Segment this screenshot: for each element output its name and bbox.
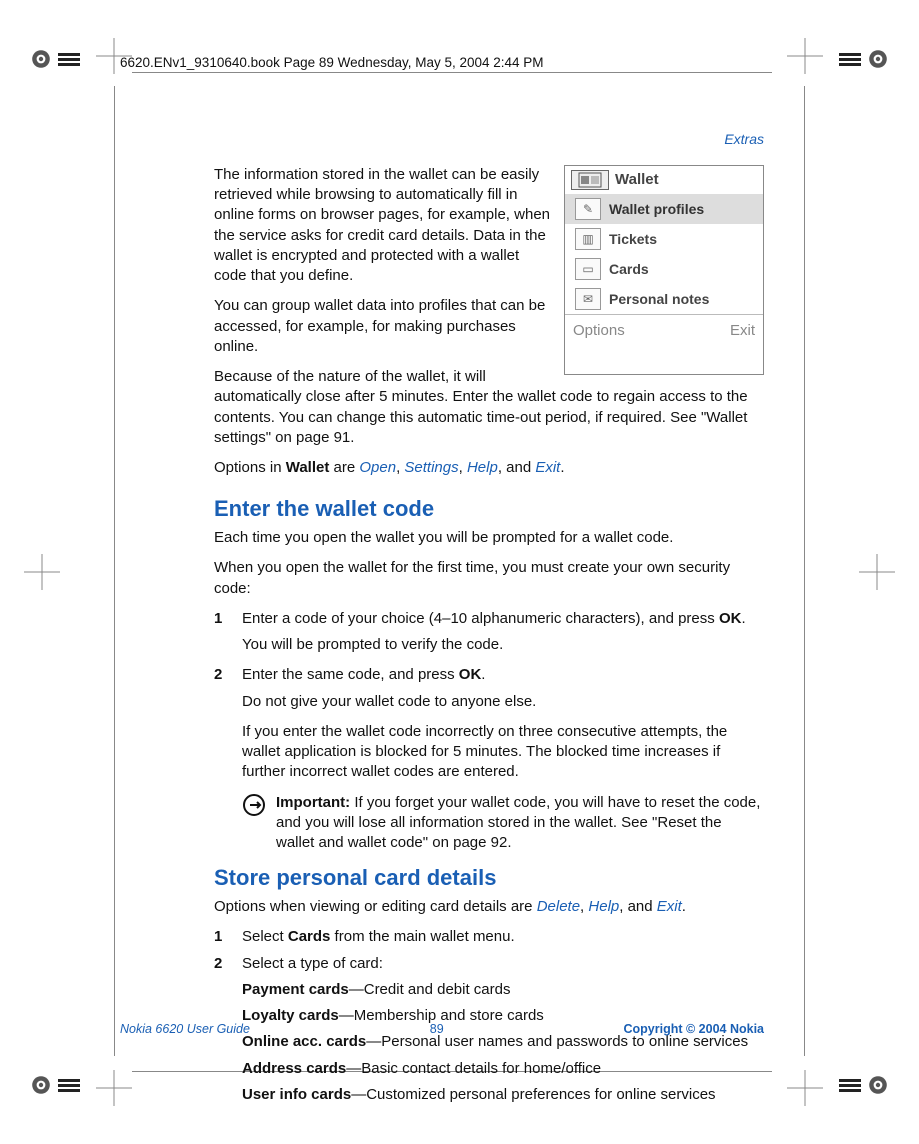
- step-continuation: Do not give your wallet code to anyone e…: [242, 692, 764, 712]
- tickets-icon: ▥: [575, 228, 601, 250]
- options-line: Options when viewing or editing card det…: [214, 897, 764, 917]
- screenshot-item-selected: ✎ Wallet profiles: [565, 194, 763, 224]
- card-type-def: Address cards—Basic contact details for …: [242, 1059, 764, 1079]
- body-paragraph: Because of the nature of the wallet, it …: [214, 367, 764, 448]
- registration-icon: [30, 48, 52, 70]
- notes-icon: ✉: [575, 288, 601, 310]
- body-paragraph: When you open the wallet for the first t…: [214, 558, 764, 599]
- wallet-profiles-icon: ✎: [575, 198, 601, 220]
- section-header-link: Extras: [214, 130, 764, 149]
- wallet-app-icon: [571, 170, 609, 190]
- footer-copyright: Copyright © 2004 Nokia: [624, 1021, 765, 1038]
- registration-icon: [867, 48, 889, 70]
- important-icon: [242, 793, 266, 817]
- crosshair-icon: [787, 38, 823, 74]
- step-continuation: If you enter the wallet code incorrectly…: [242, 722, 764, 783]
- screenshot-title: Wallet: [615, 170, 659, 190]
- screenshot-item: ✉ Personal notes: [565, 284, 763, 314]
- section-heading: Enter the wallet code: [214, 494, 764, 524]
- numbered-step: 1 Enter a code of your choice (4–10 alph…: [214, 609, 764, 629]
- important-note: Important: If you forget your wallet cod…: [242, 793, 764, 854]
- print-meta-line: 6620.ENv1_9310640.book Page 89 Wednesday…: [120, 54, 544, 72]
- screenshot-item: ▭ Cards: [565, 254, 763, 284]
- footer-guide-title: Nokia 6620 User Guide: [120, 1021, 250, 1038]
- crosshair-icon: [96, 1070, 132, 1106]
- step-continuation: You will be prompted to verify the code.: [242, 635, 764, 655]
- card-type-def: User info cards—Customized personal pref…: [242, 1085, 764, 1105]
- bars-icon: [58, 53, 80, 66]
- options-line: Options in Wallet are Open, Settings, He…: [214, 458, 764, 478]
- softkey-right: Exit: [730, 321, 755, 341]
- body-paragraph: Each time you open the wallet you will b…: [214, 528, 764, 548]
- crop-line: [114, 86, 115, 1056]
- crosshair-icon: [859, 554, 895, 590]
- screenshot-item-label: Personal notes: [609, 290, 709, 309]
- section-heading: Store personal card details: [214, 863, 764, 893]
- crop-line: [804, 86, 805, 1056]
- numbered-step: 2 Select a type of card:: [214, 954, 764, 974]
- registration-icon: [867, 1074, 889, 1096]
- bars-icon: [58, 1079, 80, 1092]
- screenshot-item-label: Wallet profiles: [609, 200, 704, 219]
- crosshair-icon: [24, 554, 60, 590]
- page-footer: Nokia 6620 User Guide 89 Copyright © 200…: [120, 1021, 764, 1038]
- phone-screenshot: Wallet ✎ Wallet profiles ▥ Tickets ▭ Car…: [564, 165, 764, 375]
- registration-icon: [30, 1074, 52, 1096]
- softkey-left: Options: [573, 321, 625, 341]
- numbered-step: 2 Enter the same code, and press OK.: [214, 665, 764, 685]
- page-content: Extras Wallet ✎ Wallet profiles ▥ Ticket…: [214, 130, 764, 1111]
- bars-icon: [839, 53, 861, 66]
- numbered-step: 1 Select Cards from the main wallet menu…: [214, 927, 764, 947]
- footer-page-number: 89: [430, 1021, 444, 1038]
- bars-icon: [839, 1079, 861, 1092]
- cards-icon: ▭: [575, 258, 601, 280]
- screenshot-item: ▥ Tickets: [565, 224, 763, 254]
- screenshot-item-label: Tickets: [609, 230, 657, 249]
- crosshair-icon: [787, 1070, 823, 1106]
- screenshot-item-label: Cards: [609, 260, 649, 279]
- card-type-def: Payment cards—Credit and debit cards: [242, 980, 764, 1000]
- crop-marks-top: [0, 44, 919, 104]
